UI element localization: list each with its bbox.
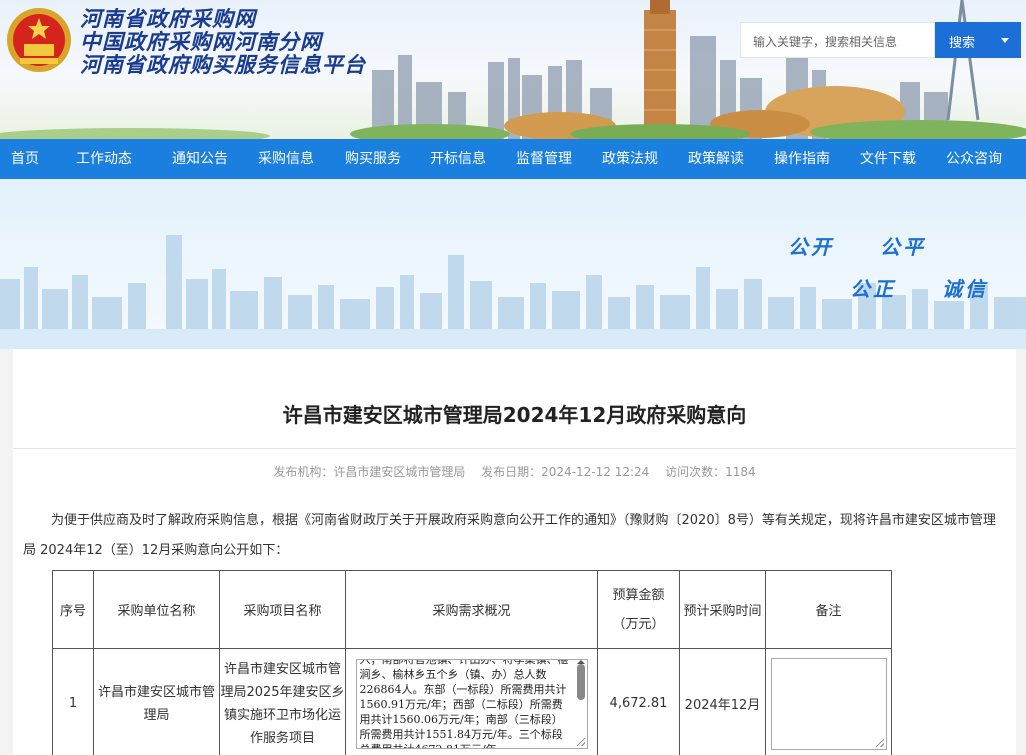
- skyline-banner-illustration: [0, 235, 1026, 349]
- article-content: 许昌市建安区城市管理局2024年12月政府采购意向 发布机构：许昌市建安区城市管…: [13, 349, 1016, 755]
- site-name-line: 河南省政府采购网: [80, 7, 256, 31]
- nav-item-notices[interactable]: 通知公告: [158, 139, 242, 179]
- table-header-row: 序号 采购单位名称 采购项目名称 采购需求概况 预算金额 （万元） 预计采购时间…: [52, 570, 892, 649]
- header-unit: 采购单位名称: [93, 570, 220, 649]
- resize-grip-icon[interactable]: [875, 738, 884, 747]
- header-project: 采购项目名称: [219, 570, 346, 649]
- nav-item-public-consultation[interactable]: 公众咨询: [932, 139, 1016, 179]
- header-remarks: 备注: [765, 570, 892, 649]
- nav-item-downloads[interactable]: 文件下载: [844, 139, 932, 179]
- header-budget: 预算金额 （万元）: [597, 570, 680, 649]
- publisher: 发布机构：许昌市建安区城市管理局: [273, 465, 466, 479]
- summary-text: 入；南部将官池镇、许田办、将孝集镇、椹涧乡、榆林乡五个乡（镇、办）总人数2268…: [359, 658, 569, 748]
- scroll-up-icon[interactable]: [576, 659, 585, 664]
- main-nav: 首页 工作动态 通知公告 采购信息 购买服务 开标信息 监督管理 政策法规 政策…: [0, 139, 1026, 179]
- nav-item-work-news[interactable]: 工作动态: [50, 139, 158, 179]
- row-index: 1: [52, 648, 94, 755]
- resize-grip-icon[interactable]: [576, 737, 585, 746]
- site-name-line: 中国政府采购网河南分网: [80, 30, 322, 54]
- header-budget-line: 预算金额: [612, 587, 665, 603]
- slogan-text: 公正: [850, 277, 896, 301]
- header-budget-unit: （万元）: [612, 616, 665, 632]
- row-unit: 许昌市建安区城市管理局: [93, 648, 220, 755]
- scrollbar-thumb[interactable]: [576, 663, 585, 700]
- nav-item-supervision[interactable]: 监督管理: [500, 139, 588, 179]
- article-title: 许昌市建安区城市管理局2024年12月政府采购意向: [282, 403, 747, 427]
- site-name-line: 河南省政府购买服务信息平台: [80, 53, 366, 77]
- site-header: 河南省政府采购网 中国政府采购网河南分网 河南省政府购买服务信息平台 输入关键字…: [0, 0, 1026, 139]
- nav-item-policy-interpretation[interactable]: 政策解读: [672, 139, 760, 179]
- search-button[interactable]: 搜索: [935, 22, 1021, 58]
- slogan-text: 公平: [880, 235, 926, 259]
- search-button-label: 搜索: [949, 36, 976, 51]
- table-row: 1 许昌市建安区城市管理局 许昌市建安区城市管理局2025年建安区乡镇实施环卫市…: [52, 648, 892, 755]
- header-time: 预计采购时间: [679, 570, 766, 649]
- nav-item-home[interactable]: 首页: [0, 139, 50, 179]
- visit-count: 访问次数：1184: [665, 465, 756, 479]
- row-summary-cell: 入；南部将官池镇、许田办、将孝集镇、椹涧乡、榆林乡五个乡（镇、办）总人数2268…: [345, 648, 598, 755]
- chevron-down-icon[interactable]: [1001, 38, 1009, 43]
- national-emblem-icon: [7, 8, 71, 72]
- site-name-block: 河南省政府采购网 中国政府采购网河南分网 河南省政府购买服务信息平台: [80, 8, 366, 77]
- nav-item-purchase-service[interactable]: 购买服务: [330, 139, 416, 179]
- row-project: 许昌市建安区城市管理局2025年建安区乡镇实施环卫市场化运作服务项目: [219, 648, 346, 755]
- header-index: 序号: [52, 570, 94, 649]
- slogan-text: 公开: [788, 235, 834, 259]
- nav-item-bid-opening[interactable]: 开标信息: [416, 139, 500, 179]
- intro-paragraph: 为便于供应商及时了解政府采购信息，根据《河南省财政厅关于开展政府采购意向公开工作…: [23, 513, 996, 558]
- summary-textarea[interactable]: 入；南部将官池镇、许田办、将孝集镇、椹涧乡、榆林乡五个乡（镇、办）总人数2268…: [355, 658, 588, 749]
- header-summary: 采购需求概况: [345, 570, 598, 649]
- search-input[interactable]: 输入关键字，搜索相关信息: [740, 22, 935, 58]
- row-time: 2024年12月: [679, 648, 766, 755]
- divider: [13, 448, 1016, 449]
- row-remarks-cell: [765, 648, 892, 755]
- row-budget: 4,672.81: [597, 648, 680, 755]
- banner: 公开 公平 公正 诚信: [0, 179, 1026, 349]
- remarks-textarea[interactable]: [770, 657, 887, 750]
- procurement-intention-table: 序号 采购单位名称 采购项目名称 采购需求概况 预算金额 （万元） 预计采购时间…: [52, 570, 892, 755]
- article-meta: 发布机构：许昌市建安区城市管理局 发布日期：2024-12-12 12:24 访…: [13, 463, 1016, 480]
- publish-date: 发布日期：2024-12-12 12:24: [481, 465, 650, 479]
- nav-item-policies[interactable]: 政策法规: [588, 139, 672, 179]
- nav-item-guide[interactable]: 操作指南: [760, 139, 844, 179]
- nav-item-procurement-info[interactable]: 采购信息: [242, 139, 330, 179]
- slogan-text: 诚信: [942, 277, 988, 301]
